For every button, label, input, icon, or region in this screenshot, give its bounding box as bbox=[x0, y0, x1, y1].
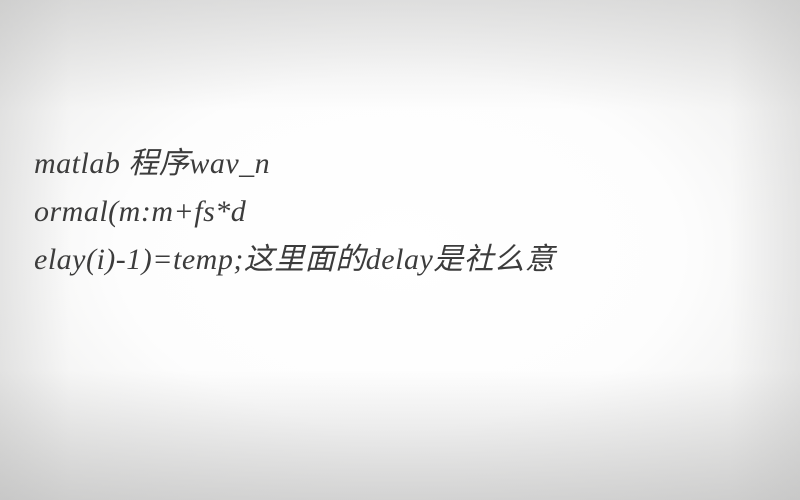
question-text-block: matlab 程序wav_n ormal(m:m+fs*d elay(i)-1)… bbox=[34, 140, 760, 284]
document-page: matlab 程序wav_n ormal(m:m+fs*d elay(i)-1)… bbox=[0, 0, 800, 500]
text-line-3: elay(i)-1)=temp;这里面的delay是社么意 bbox=[34, 236, 760, 284]
text-line-1-content: matlab 程序wav_n bbox=[34, 147, 270, 180]
text-line-1: matlab 程序wav_n bbox=[34, 140, 760, 188]
text-line-2-content: ormal(m:m+fs*d bbox=[34, 195, 246, 228]
vignette-bottom bbox=[0, 370, 800, 500]
vignette-top bbox=[0, 0, 800, 110]
text-line-3-content: elay(i)-1)=temp;这里面的delay是社么意 bbox=[34, 243, 555, 276]
text-line-2: ormal(m:m+fs*d bbox=[34, 188, 760, 236]
